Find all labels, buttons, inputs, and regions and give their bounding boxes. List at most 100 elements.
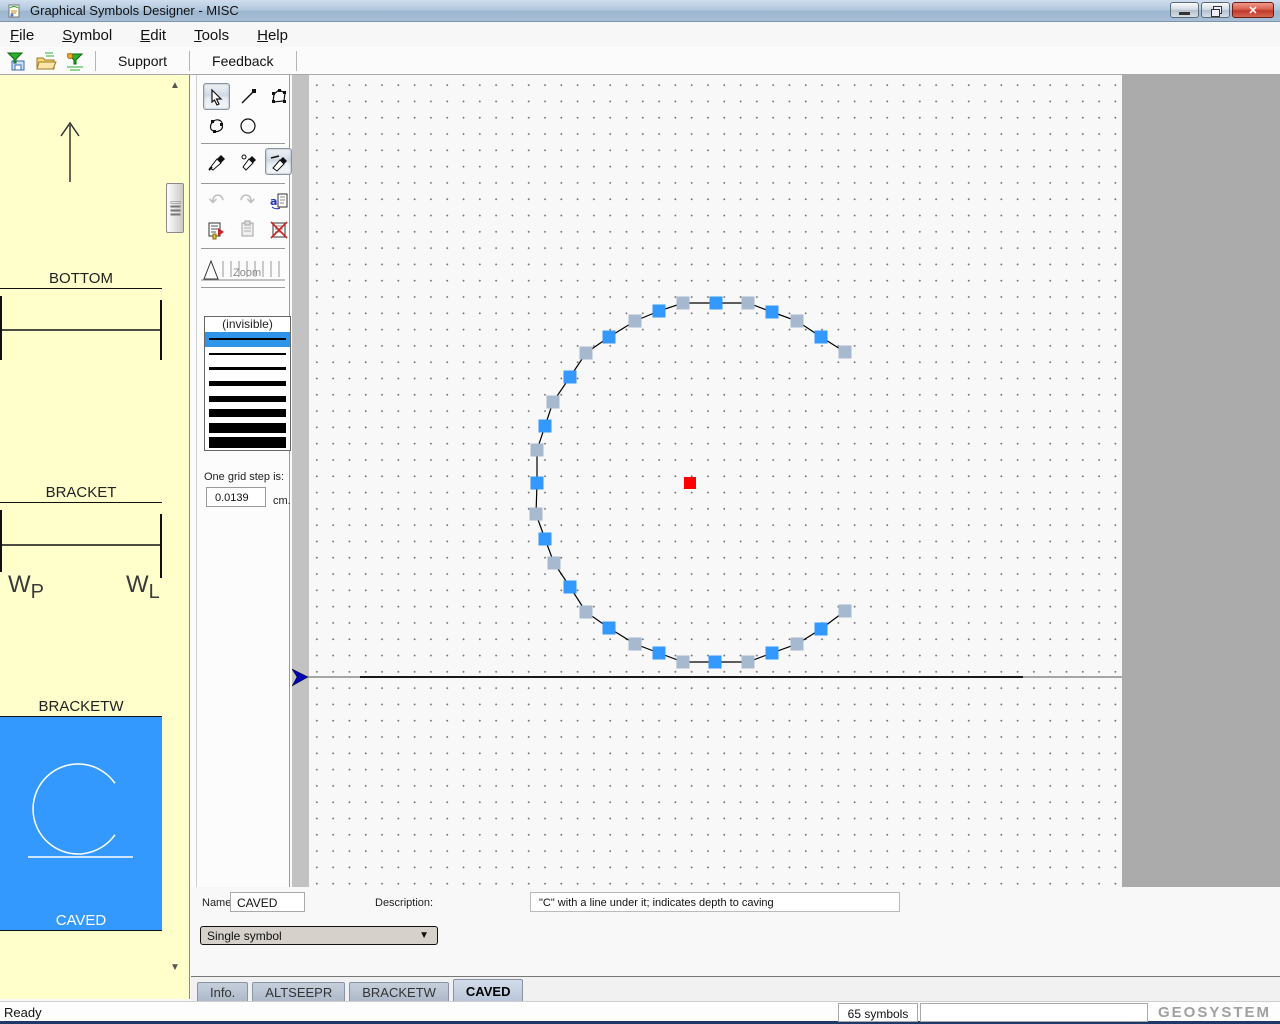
symbol-item-label: BRACKET <box>0 484 162 501</box>
line-style-option[interactable] <box>205 376 290 391</box>
polygon-tool-button[interactable] <box>265 83 292 110</box>
line-tool-button[interactable] <box>234 83 261 110</box>
app-icon <box>6 3 22 19</box>
restore-button[interactable] <box>1201 2 1230 18</box>
control-point-handle[interactable] <box>547 396 560 409</box>
line-style-option[interactable] <box>205 347 290 362</box>
symbol-type-value: Single symbol <box>207 929 282 943</box>
line-style-invisible[interactable]: (invisible) <box>205 317 290 332</box>
anchor-point-handle[interactable] <box>709 656 722 669</box>
anchor-point-handle[interactable] <box>603 622 616 635</box>
restore-icon <box>1211 6 1221 15</box>
feedback-button[interactable]: Feedback <box>198 51 287 71</box>
anchor-point-handle[interactable] <box>564 581 577 594</box>
curve-tool-button[interactable] <box>203 112 230 139</box>
scrollbar-thumb[interactable] <box>166 183 184 233</box>
control-point-handle[interactable] <box>548 557 561 570</box>
menu-file[interactable]: File <box>10 27 34 44</box>
symbol-item-bottom[interactable]: BOTTOM <box>0 75 162 289</box>
menubar: File Symbol Edit Tools Help <box>0 23 1280 47</box>
select-tool-button[interactable] <box>203 83 230 110</box>
description-input[interactable]: "C" with a line under it; indicates dept… <box>530 892 900 912</box>
anchor-point-handle[interactable] <box>653 647 666 660</box>
control-point-handle[interactable] <box>530 508 543 521</box>
baseline-marker-arrow[interactable] <box>292 669 308 686</box>
control-point-handle[interactable] <box>531 444 544 457</box>
line-style-option[interactable] <box>205 421 290 436</box>
toolbar-separator <box>95 51 96 71</box>
anchor-point-handle[interactable] <box>564 371 577 384</box>
anchor-point-handle[interactable] <box>653 305 666 318</box>
grid-step-input[interactable]: 0.0139 <box>206 487 266 507</box>
tab-caved[interactable]: CAVED <box>453 979 524 1001</box>
chevron-down-icon: ▼ <box>419 930 429 941</box>
pen-fill-tool-button[interactable] <box>265 148 292 175</box>
control-point-handle[interactable] <box>742 656 755 669</box>
line-style-option[interactable] <box>205 406 290 421</box>
line-style-option[interactable] <box>205 436 290 451</box>
close-button[interactable]: ✕ <box>1232 2 1274 18</box>
pen-draw-tool-button[interactable] <box>203 148 230 175</box>
control-point-handle[interactable] <box>629 638 642 651</box>
anchor-point-handle[interactable] <box>766 306 779 319</box>
center-point-marker[interactable] <box>684 477 696 489</box>
save-icon[interactable] <box>5 50 29 72</box>
symbol-properties: Name: CAVED Description: "C" with a line… <box>191 887 1280 976</box>
zoom-slider[interactable]: Zoom <box>201 253 287 285</box>
name-input[interactable]: CAVED <box>230 892 305 912</box>
support-button[interactable]: Support <box>104 51 181 71</box>
tab-info[interactable]: Info. <box>197 982 248 1001</box>
control-point-handle[interactable] <box>791 638 804 651</box>
line-style-list[interactable]: (invisible) <box>204 316 291 451</box>
control-point-handle[interactable] <box>629 315 642 328</box>
replace-button[interactable]: a <box>265 187 292 214</box>
delete-symbol-button[interactable] <box>265 216 292 243</box>
ellipse-tool-button[interactable] <box>234 112 261 139</box>
menu-edit[interactable]: Edit <box>140 27 166 44</box>
zoom-label: Zoom <box>233 267 261 279</box>
anchor-point-handle[interactable] <box>815 331 828 344</box>
redo-button: ↷ <box>234 187 261 214</box>
anchor-point-handle[interactable] <box>603 331 616 344</box>
anchor-point-handle[interactable] <box>815 623 828 636</box>
line-style-option[interactable] <box>205 332 290 347</box>
scroll-down-icon[interactable]: ▼ <box>168 962 182 974</box>
symbol-item-caved-selected[interactable]: CAVED <box>0 717 162 931</box>
control-point-handle[interactable] <box>677 297 690 310</box>
scroll-up-icon[interactable]: ▲ <box>168 80 182 92</box>
minimize-icon <box>1179 12 1190 15</box>
pen-edit-tool-button[interactable] <box>234 148 261 175</box>
anchor-point-handle[interactable] <box>539 420 552 433</box>
export-symbol-button[interactable] <box>203 216 230 243</box>
menu-symbol[interactable]: Symbol <box>62 27 112 44</box>
anchor-point-handle[interactable] <box>766 647 779 660</box>
control-point-handle[interactable] <box>839 605 852 618</box>
anchor-point-handle[interactable] <box>531 477 544 490</box>
symbol-item-bracket[interactable]: BRACKET <box>0 289 162 503</box>
symbol-edit-layer[interactable] <box>292 75 1122 887</box>
tab-bracketw[interactable]: BRACKETW <box>349 982 449 1001</box>
symbol-type-dropdown[interactable]: Single symbol ▼ <box>200 926 438 945</box>
open-folder-icon[interactable] <box>34 50 58 72</box>
line-style-option[interactable] <box>205 391 290 406</box>
menu-help[interactable]: Help <box>257 27 288 44</box>
control-point-handle[interactable] <box>677 656 690 669</box>
line-style-option[interactable] <box>205 362 290 377</box>
anchor-point-handle[interactable] <box>539 533 552 546</box>
bracket-symbol-preview <box>0 503 162 716</box>
control-point-handle[interactable] <box>742 297 755 310</box>
menu-tools[interactable]: Tools <box>194 27 229 44</box>
anchor-point-handle[interactable] <box>710 297 723 310</box>
screen-setup-icon[interactable] <box>63 50 87 72</box>
symbol-item-bracketw[interactable]: WP WL BRACKETW <box>0 503 162 717</box>
control-point-handle[interactable] <box>791 315 804 328</box>
tab-altseepr[interactable]: ALTSEEPR <box>252 982 345 1001</box>
symbol-tabs-bar: Info.ALTSEEPRBRACKETWCAVED <box>191 976 1280 1001</box>
control-point-handle[interactable] <box>580 347 593 360</box>
tool-palette: ↶ ↷ a <box>191 75 291 999</box>
line-icon <box>239 88 257 106</box>
sidebar-scrollbar[interactable]: ▲ ▼ <box>166 80 184 990</box>
control-point-handle[interactable] <box>839 346 852 359</box>
minimize-button[interactable] <box>1170 2 1199 18</box>
control-point-handle[interactable] <box>580 606 593 619</box>
